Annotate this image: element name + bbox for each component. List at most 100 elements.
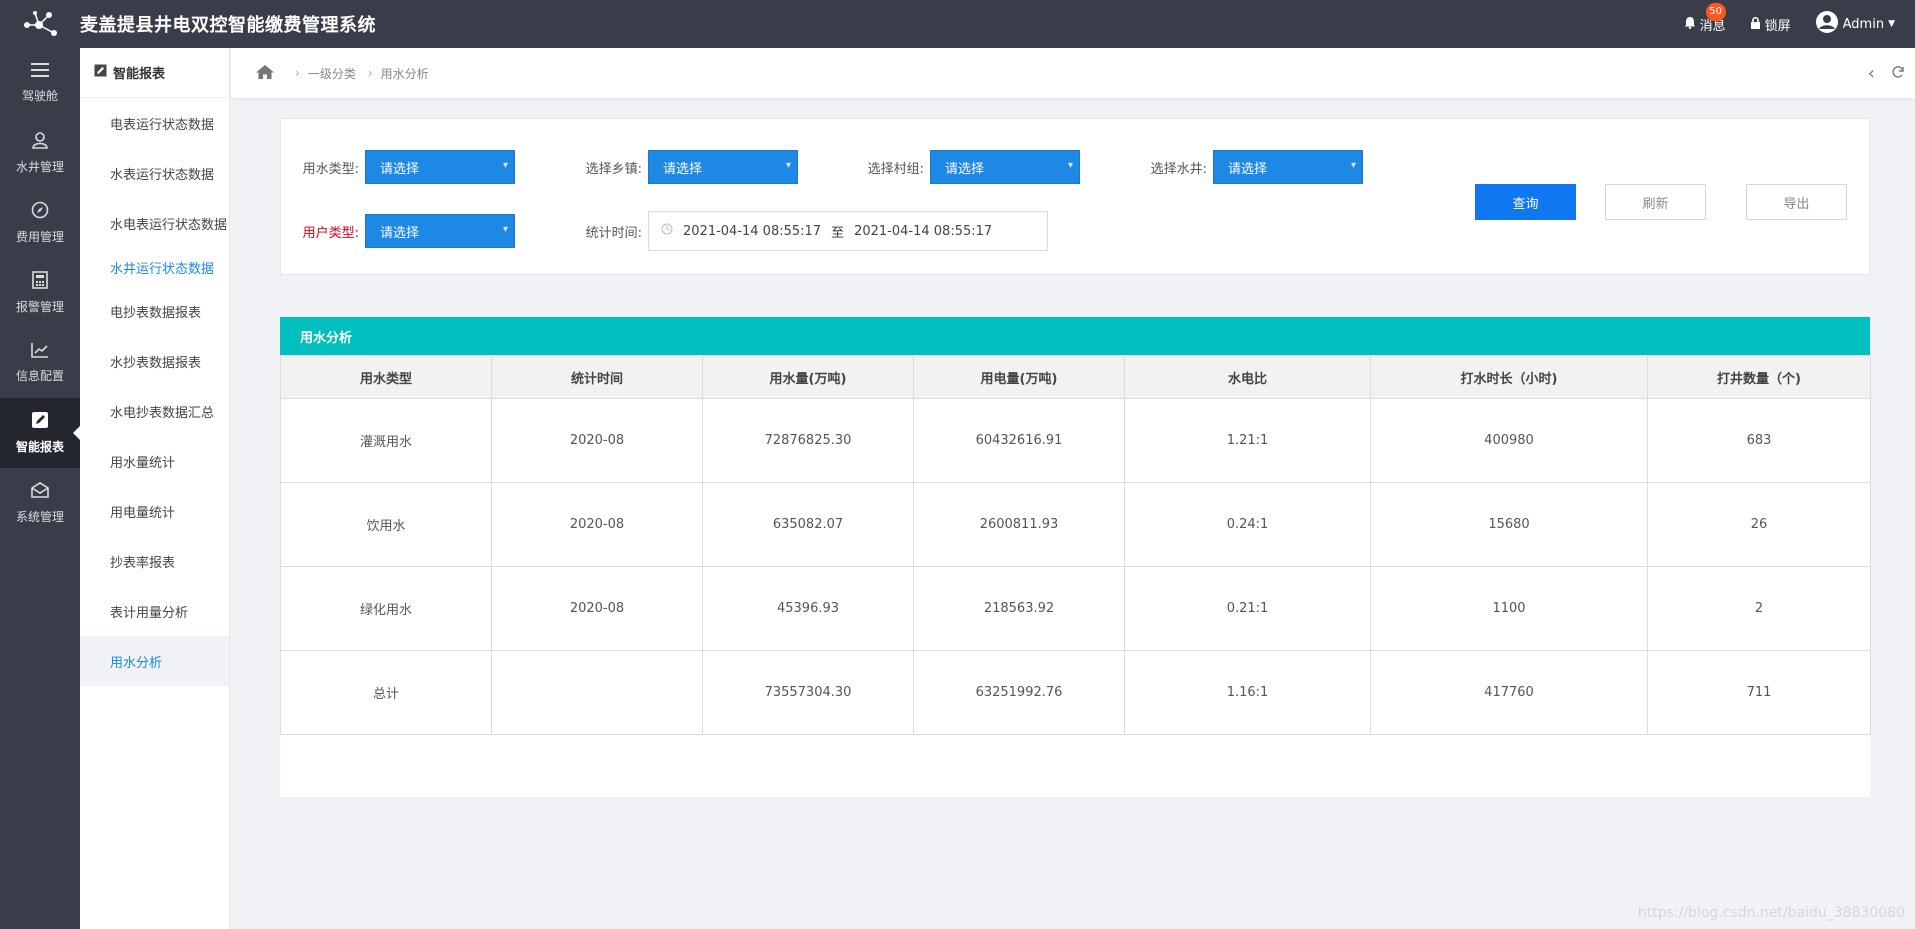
main-content: › 一级分类 › 用水分析 ‹ 用水类型: 请选择 ▾ 选择乡镇: 请选择 ▾ bbox=[231, 48, 1915, 929]
chevron-left-icon[interactable]: ‹ bbox=[1868, 63, 1875, 84]
subnav-item[interactable]: 水抄表数据报表 bbox=[80, 336, 229, 386]
column-header[interactable]: 用水类型 bbox=[280, 355, 492, 399]
chevron-down-icon: ▼ bbox=[1888, 19, 1895, 29]
table-cell: 683 bbox=[1647, 398, 1871, 483]
app-title: 麦盖提县井电双控智能缴费管理系统 bbox=[80, 15, 376, 36]
date-end[interactable]: 2021-04-14 08:55:17 bbox=[854, 224, 992, 239]
chevron-down-icon: ▾ bbox=[1067, 160, 1073, 171]
table-cell: 63251992.76 bbox=[913, 650, 1125, 735]
chevron-down-icon: ▾ bbox=[502, 160, 508, 171]
select-value: 请选择 bbox=[380, 161, 420, 177]
well-label: 选择水井: bbox=[1150, 161, 1207, 177]
column-header[interactable]: 水电比 bbox=[1124, 355, 1371, 399]
subnav-item[interactable]: 抄表率报表 bbox=[80, 536, 229, 586]
table-cell: 2 bbox=[1647, 566, 1871, 651]
rail-label: 智能报表 bbox=[15, 440, 64, 454]
subnav-item[interactable]: 电抄表数据报表 bbox=[80, 286, 229, 336]
village-label: 选择村组: bbox=[867, 161, 924, 177]
filter-time: 统计时间: 2021-04-14 08:55:17 至 2021-04-14 0… bbox=[574, 211, 1048, 251]
icon-rail: 驾驶舱 水井管理 费用管理 报警管理 信息配置 智能报表 系统管理 bbox=[0, 48, 80, 929]
rail-item-reports[interactable]: 智能报表 bbox=[0, 398, 80, 468]
refresh-icon[interactable] bbox=[1891, 65, 1905, 82]
user-menu[interactable]: Admin ▼ bbox=[1815, 10, 1895, 38]
watermark: https://blog.csdn.net/baidu_38830080 bbox=[1637, 905, 1905, 921]
lock-screen-button[interactable]: 锁屏 bbox=[1750, 15, 1791, 34]
water-type-label: 用水类型: bbox=[302, 161, 359, 177]
subnav-item[interactable]: 水井运行状态数据 bbox=[80, 248, 229, 286]
table-cell: 711 bbox=[1647, 650, 1871, 735]
column-header[interactable]: 打井数量（个) bbox=[1647, 355, 1871, 399]
breadcrumb: › 一级分类 › 用水分析 ‹ bbox=[231, 48, 1915, 98]
rail-item-cockpit[interactable]: 驾驶舱 bbox=[0, 48, 80, 118]
water-analysis-table: 用水类型 统计时间 用水量(万吨) 用电量(万吨) 水电比 打水时长（小时) 打… bbox=[280, 355, 1871, 735]
rail-item-config[interactable]: 信息配置 bbox=[0, 328, 80, 398]
date-range-picker[interactable]: 2021-04-14 08:55:17 至 2021-04-14 08:55:1… bbox=[648, 211, 1048, 251]
mail-icon bbox=[30, 481, 50, 502]
table-cell: 0.24:1 bbox=[1124, 482, 1371, 567]
compass-icon bbox=[31, 201, 49, 222]
table-cell: 417760 bbox=[1370, 650, 1648, 735]
village-select[interactable]: 请选择 ▾ bbox=[930, 150, 1080, 184]
menu-icon bbox=[31, 62, 49, 81]
subnav-item[interactable]: 用电量统计 bbox=[80, 486, 229, 536]
calculator-icon bbox=[32, 271, 48, 292]
table-cell: 灌溉用水 bbox=[280, 398, 492, 483]
rail-item-wells[interactable]: 水井管理 bbox=[0, 118, 80, 188]
subnav-item[interactable]: 水表运行状态数据 bbox=[80, 148, 229, 198]
messages-button[interactable]: 消息 50 bbox=[1684, 2, 1726, 34]
subnav-item-active[interactable]: 用水分析 bbox=[80, 636, 229, 686]
table-cell: 635082.07 bbox=[702, 482, 914, 567]
table-row: 绿化用水 2020-08 45396.93 218563.92 0.21:1 1… bbox=[280, 566, 1871, 651]
lock-icon bbox=[1750, 16, 1761, 33]
export-button[interactable]: 导出 bbox=[1746, 184, 1847, 220]
rail-label: 费用管理 bbox=[15, 230, 64, 244]
rail-label: 报警管理 bbox=[15, 300, 64, 314]
refresh-button[interactable]: 刷新 bbox=[1605, 184, 1706, 220]
user-type-label: 用户类型: bbox=[302, 225, 359, 241]
rail-item-system[interactable]: 系统管理 bbox=[0, 468, 80, 538]
home-icon[interactable] bbox=[255, 64, 275, 83]
water-type-select[interactable]: 请选择 ▾ bbox=[365, 150, 515, 184]
table-cell: 1100 bbox=[1370, 566, 1648, 651]
user-type-select[interactable]: 请选择 ▾ bbox=[365, 214, 515, 248]
chevron-down-icon: ▾ bbox=[785, 160, 791, 171]
table-cell: 0.21:1 bbox=[1124, 566, 1371, 651]
town-select[interactable]: 请选择 ▾ bbox=[648, 150, 798, 184]
subnav-item[interactable]: 用水量统计 bbox=[80, 436, 229, 486]
column-header[interactable]: 统计时间 bbox=[491, 355, 703, 399]
filter-panel: 用水类型: 请选择 ▾ 选择乡镇: 请选择 ▾ 选择村组: 请选择 ▾ 选择水井… bbox=[280, 118, 1870, 275]
query-button[interactable]: 查询 bbox=[1475, 184, 1576, 220]
subnav-item[interactable]: 电表运行状态数据 bbox=[80, 98, 229, 148]
breadcrumb-level1[interactable]: 一级分类 bbox=[308, 65, 356, 82]
subnav-item[interactable]: 水电表运行状态数据 bbox=[80, 198, 229, 248]
date-start[interactable]: 2021-04-14 08:55:17 bbox=[683, 224, 821, 239]
table-title: 用水分析 bbox=[280, 317, 1870, 355]
table-cell: 2020-08 bbox=[491, 566, 703, 651]
rail-label: 驾驶舱 bbox=[21, 89, 58, 103]
messages-count-badge: 50 bbox=[1705, 2, 1726, 21]
date-separator: 至 bbox=[831, 225, 845, 241]
bell-icon bbox=[1684, 16, 1696, 33]
chevron-right-icon: › bbox=[367, 66, 373, 80]
select-value: 请选择 bbox=[945, 161, 985, 177]
table-cell: 60432616.91 bbox=[913, 398, 1125, 483]
rail-item-alarms[interactable]: 报警管理 bbox=[0, 258, 80, 328]
column-header[interactable]: 打水时长（小时) bbox=[1370, 355, 1648, 399]
column-header[interactable]: 用电量(万吨) bbox=[913, 355, 1125, 399]
table-cell: 2020-08 bbox=[491, 398, 703, 483]
top-bar: 麦盖提县井电双控智能缴费管理系统 消息 50 锁屏 Admin ▼ bbox=[0, 0, 1915, 48]
column-header[interactable]: 用水量(万吨) bbox=[702, 355, 914, 399]
rail-item-fees[interactable]: 费用管理 bbox=[0, 188, 80, 258]
table-header-row: 用水类型 统计时间 用水量(万吨) 用电量(万吨) 水电比 打水时长（小时) 打… bbox=[280, 355, 1871, 399]
table-cell: 15680 bbox=[1370, 482, 1648, 567]
subnav-item[interactable]: 表计用量分析 bbox=[80, 586, 229, 636]
table-cell: 总计 bbox=[280, 650, 492, 735]
well-select[interactable]: 请选择 ▾ bbox=[1213, 150, 1363, 184]
subnav-item[interactable]: 水电抄表数据汇总 bbox=[80, 386, 229, 436]
logo-icon[interactable] bbox=[0, 0, 80, 48]
table-cell: 73557304.30 bbox=[702, 650, 914, 735]
topbar-actions: 消息 50 锁屏 Admin ▼ bbox=[1684, 0, 1895, 48]
breadcrumb-actions: ‹ bbox=[1868, 48, 1905, 98]
town-label: 选择乡镇: bbox=[585, 161, 642, 177]
subnav-header: 智能报表 bbox=[80, 48, 229, 98]
